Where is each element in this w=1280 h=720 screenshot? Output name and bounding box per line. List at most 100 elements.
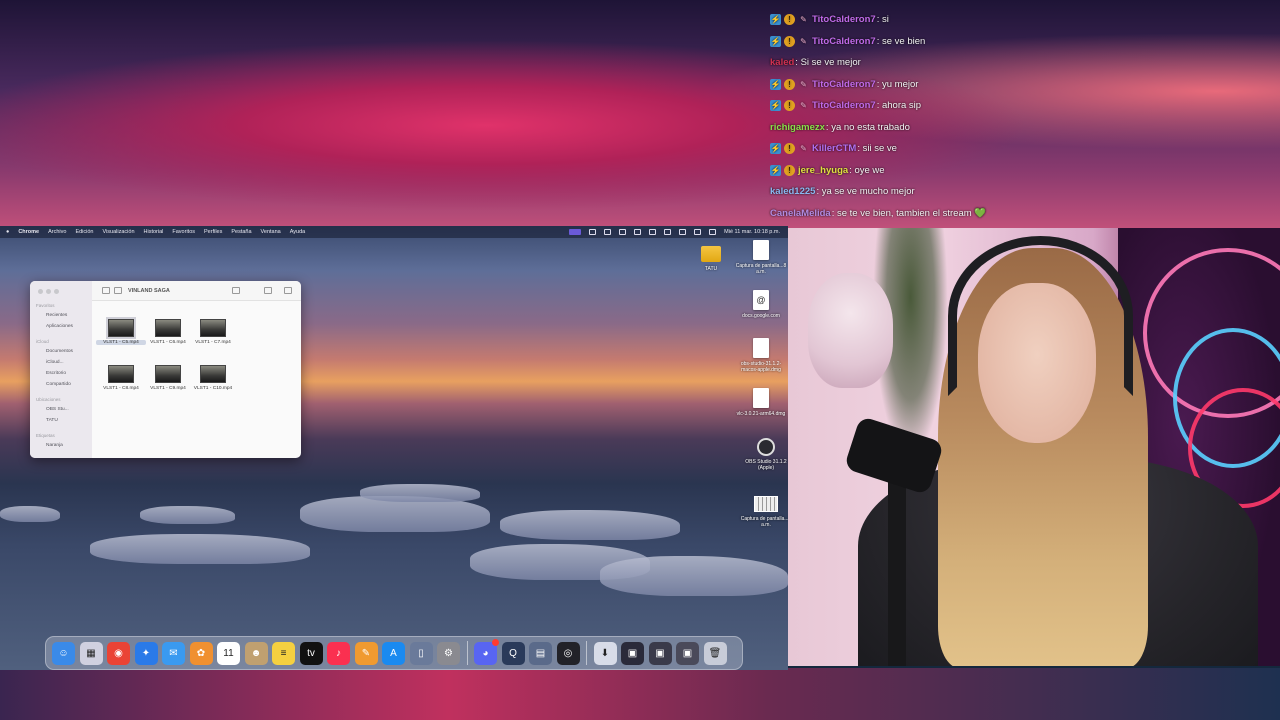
battery-icon[interactable] xyxy=(664,229,672,235)
wifi-icon[interactable] xyxy=(679,229,687,235)
rocket-badge-icon: ✎ xyxy=(800,36,807,46)
file-item[interactable]: VLST1 - C8.mp4 xyxy=(96,365,146,391)
file-item[interactable]: VLST1 - C5.mp4 xyxy=(96,317,146,345)
obs-app-icon xyxy=(757,438,775,456)
settings-icon[interactable]: ⚙ xyxy=(437,641,460,665)
recent-window-2-icon[interactable]: ▣ xyxy=(648,641,672,665)
menu-perfiles[interactable]: Perfiles xyxy=(204,229,222,235)
sidebar-item[interactable]: Escritorio xyxy=(46,371,66,376)
recent-window-3-icon[interactable]: ▣ xyxy=(676,641,699,665)
menu-ventana[interactable]: Ventana xyxy=(261,229,281,235)
volume-icon[interactable] xyxy=(649,229,657,235)
safari-icon[interactable]: ✦ xyxy=(134,641,158,665)
discord-status-icon[interactable] xyxy=(604,229,612,235)
trash-icon[interactable]: 🗑 xyxy=(703,641,727,665)
chat-username[interactable]: richigamezx xyxy=(770,122,825,133)
menu-archivo[interactable]: Archivo xyxy=(48,229,66,235)
utility-icon[interactable]: ▤ xyxy=(529,641,552,665)
chat-message: ⚡! ✎ TitoCalderon7: si xyxy=(770,9,889,31)
chat-username[interactable]: CanelaMelida xyxy=(770,208,831,219)
calendar-icon[interactable]: 11 xyxy=(217,641,240,665)
sidebar-item[interactable]: Compartido xyxy=(46,382,71,387)
chat-username[interactable]: KillerCTM xyxy=(812,143,856,154)
chat-username[interactable]: kaled1225 xyxy=(770,186,815,197)
chat-username[interactable]: jere_hyuga xyxy=(798,165,848,176)
downloads-icon[interactable]: ⬇ xyxy=(593,641,617,665)
pages-icon[interactable]: ✎ xyxy=(354,641,378,665)
desktop-icon[interactable]: Captura de pantalla...8 a.m. xyxy=(733,240,788,275)
desktop-icon-label: OBS Studio 31.1.2 (Apple) xyxy=(745,459,787,471)
file-name: VLST1 - C8.mp4 xyxy=(103,386,139,391)
apple-menu-icon[interactable]: ● xyxy=(6,229,9,235)
menu-edicion[interactable]: Edición xyxy=(75,229,93,235)
menu-app-name[interactable]: Chrome xyxy=(18,229,39,235)
back-icon[interactable] xyxy=(102,287,110,294)
desktop-icon[interactable]: vlc-3.0.21-arm64.dmg xyxy=(733,388,788,417)
share-icon[interactable] xyxy=(284,287,292,294)
menu-favoritos[interactable]: Favoritos xyxy=(172,229,195,235)
desktop-icon[interactable]: @ docs.google.com xyxy=(733,290,788,319)
menu-visualizacion[interactable]: Visualización xyxy=(103,229,135,235)
chat-username[interactable]: kaled xyxy=(770,57,794,68)
recent-window-1-icon[interactable]: ▣ xyxy=(621,641,644,665)
sidebar-section-title: Etiquetas xyxy=(36,433,55,438)
file-name: VLST1 - C7.mp4 xyxy=(195,340,231,345)
sidebar-item[interactable]: OBS Stu... xyxy=(46,407,69,412)
sidebar-item[interactable]: Aplicaciones xyxy=(46,324,73,329)
twitch-chat: ⚡! ✎ TitoCalderon7: si ⚡! ✎ TitoCalderon7: se… xyxy=(768,0,1068,226)
minimize-button[interactable] xyxy=(46,289,51,294)
iphone-mirroring-icon[interactable]: ▯ xyxy=(409,641,433,665)
sidebar-item[interactable]: Naranja xyxy=(46,443,63,448)
gold-badge-icon: ! xyxy=(784,164,795,176)
desktop-icon[interactable]: OBS Studio 31.1.2 (Apple) xyxy=(738,438,788,471)
launchpad-icon[interactable]: ▦ xyxy=(79,641,103,665)
obs-icon[interactable]: ◎ xyxy=(556,641,580,665)
quicktime-icon[interactable]: Q xyxy=(501,641,525,665)
menu-clock[interactable]: Mié 11 mar. 10:18 p.m. xyxy=(724,229,780,235)
chat-username[interactable]: TitoCalderon7 xyxy=(812,79,876,90)
chat-username[interactable]: TitoCalderon7 xyxy=(812,14,876,25)
control-center-icon[interactable] xyxy=(709,229,717,235)
zoom-button[interactable] xyxy=(54,289,59,294)
music-icon[interactable]: ♪ xyxy=(327,641,350,665)
sidebar-item[interactable]: Recientes xyxy=(46,313,67,318)
finder-window[interactable]: Favoritos Recientes Aplicaciones iCloud Docu… xyxy=(30,281,301,458)
file-item[interactable]: VLST1 - C9.mp4 xyxy=(143,365,193,391)
chat-message: ⚡! ✎ TitoCalderon7: yu mejor xyxy=(770,74,918,96)
contacts-icon[interactable]: ☻ xyxy=(244,641,268,665)
file-item[interactable]: VLST1 - C10.mp4 xyxy=(188,365,238,391)
forward-icon[interactable] xyxy=(114,287,122,294)
menu-pestana[interactable]: Pestaña xyxy=(231,229,251,235)
mail-icon[interactable]: ✉ xyxy=(162,641,185,665)
discord-icon[interactable]: ◕ xyxy=(474,638,499,665)
app-store-icon[interactable]: A xyxy=(382,641,405,665)
close-button[interactable] xyxy=(38,289,43,294)
desktop-icon[interactable]: obs-studio-31.1.2-macos-apple.dmg xyxy=(733,338,788,373)
view-mode-icon[interactable] xyxy=(232,287,240,294)
chat-message: ⚡! jere_hyuga: oye we xyxy=(770,160,885,182)
file-item[interactable]: VLST1 - C7.mp4 xyxy=(188,319,238,345)
menu-historial[interactable]: Historial xyxy=(144,229,164,235)
sidebar-item[interactable]: TATU xyxy=(46,418,58,423)
photos-icon[interactable]: ✿ xyxy=(189,641,213,665)
chat-username[interactable]: TitoCalderon7 xyxy=(812,100,876,111)
obs-status-icon[interactable] xyxy=(619,229,627,235)
finder-icon[interactable]: ☺ xyxy=(52,641,75,665)
apple-tv-icon[interactable]: tv xyxy=(299,641,323,665)
rocket-badge-icon: ✎ xyxy=(800,15,807,25)
group-icon[interactable] xyxy=(264,287,272,294)
screen-share-icon[interactable] xyxy=(569,229,582,235)
desktop-icon[interactable]: TATU xyxy=(683,244,739,272)
sidebar-item[interactable]: iCloud... xyxy=(46,360,64,365)
headphones-icon[interactable] xyxy=(589,229,597,235)
display-icon[interactable] xyxy=(634,229,642,235)
menu-ayuda[interactable]: Ayuda xyxy=(290,229,306,235)
search-icon[interactable] xyxy=(694,229,702,235)
chrome-icon[interactable]: ◉ xyxy=(107,641,130,665)
gold-badge-icon: ! xyxy=(784,14,795,26)
file-item[interactable]: VLST1 - C6.mp4 xyxy=(143,319,193,345)
sidebar-item[interactable]: Documentos xyxy=(46,349,73,354)
chat-username[interactable]: TitoCalderon7 xyxy=(812,36,876,47)
notes-icon[interactable]: ≡ xyxy=(272,641,295,665)
desktop-icon[interactable]: Captura de pantalla...9 a.m. xyxy=(738,496,788,528)
